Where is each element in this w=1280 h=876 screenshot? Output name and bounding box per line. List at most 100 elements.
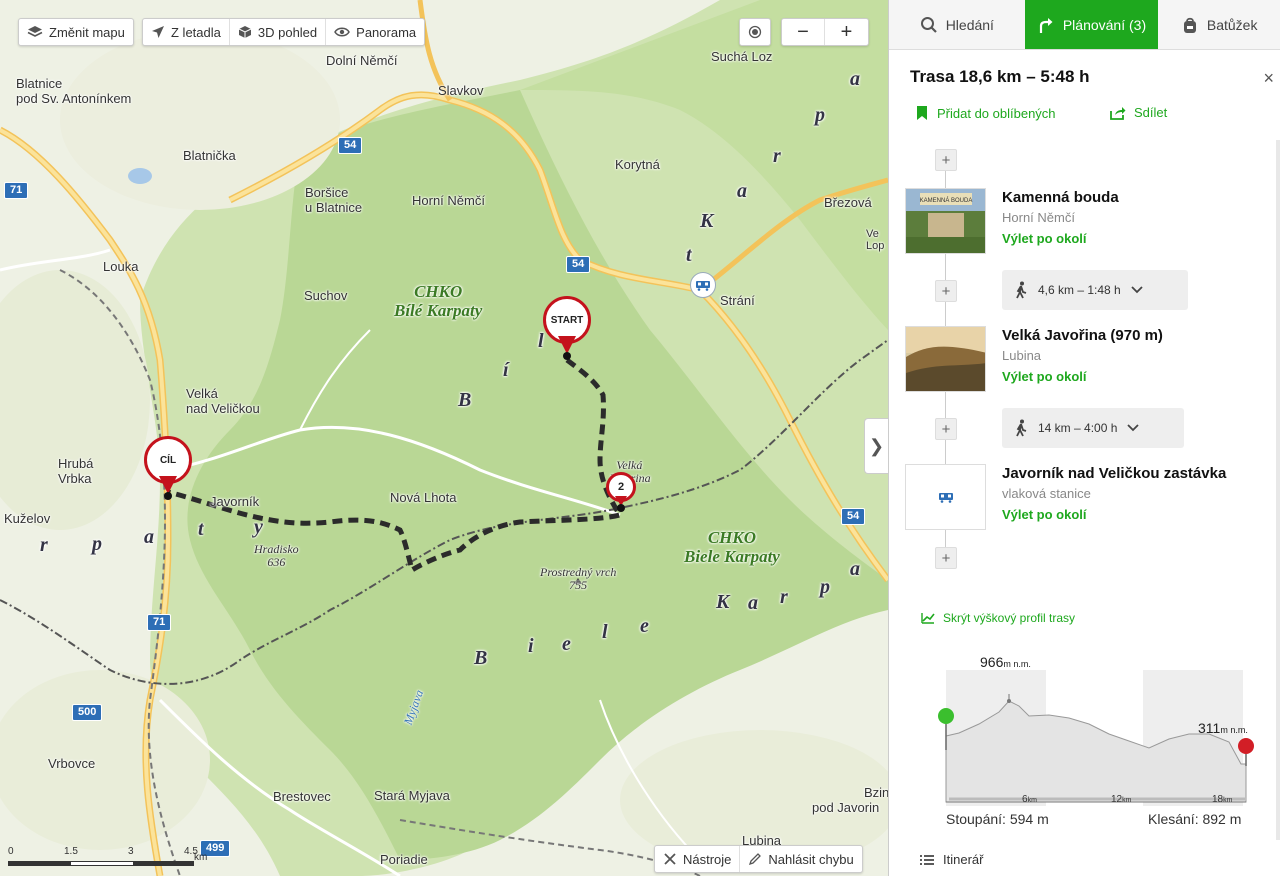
- place-label: Nová Lhota: [390, 490, 457, 505]
- train-station-icon[interactable]: [690, 272, 716, 298]
- route-segment[interactable]: 4,6 km – 1:48 h: [1002, 270, 1188, 310]
- tab-planning-label: Plánování (3): [1062, 16, 1147, 33]
- waypoint-name: Velká Javořina (970 m): [1002, 327, 1163, 344]
- route-segment[interactable]: 14 km – 4:00 h: [1002, 408, 1184, 448]
- road-shield: 71: [4, 182, 29, 199]
- ridge-letter: a: [737, 180, 747, 202]
- collapse-panel-button[interactable]: ❯: [864, 418, 888, 474]
- backpack-icon: [1181, 16, 1199, 34]
- waypoint-thumbnail: KAMENNÁ BOUDA: [905, 188, 986, 254]
- ridge-letter: r: [780, 586, 788, 608]
- map-canvas[interactable]: Dolní Němčí Suchá Loz Blatnice pod Sv. A…: [0, 0, 888, 876]
- route-title: Trasa 18,6 km – 5:48 h: [910, 67, 1090, 86]
- max-elevation-value: 966m n.m.: [980, 654, 1031, 670]
- aerial-button[interactable]: Z letadla: [143, 19, 230, 45]
- itinerary-button[interactable]: Itinerář: [919, 852, 983, 867]
- place-label: Březová: [824, 195, 872, 210]
- ridge-letter: e: [562, 633, 571, 655]
- add-waypoint-button[interactable]: +: [935, 418, 957, 440]
- map-base-layer: [0, 0, 888, 876]
- place-label: Strání: [720, 293, 755, 308]
- ridge-letter: i: [528, 635, 534, 657]
- cube-icon: [238, 25, 252, 39]
- ridge-letter: y: [254, 516, 263, 538]
- add-waypoint-button[interactable]: +: [935, 547, 957, 569]
- waypoint-item[interactable]: KAMENNÁ BOUDA Kamenná bouda Horní Němčí …: [905, 188, 1265, 254]
- panorama-button[interactable]: Panorama: [326, 19, 424, 45]
- report-error-button[interactable]: Nahlásit chybu: [740, 846, 861, 872]
- place-label: Slavkov: [438, 83, 484, 98]
- view-modes-toolbar: Z letadla 3D pohled Panorama: [142, 18, 426, 46]
- sidebar-panel: Hledání Plánování (3) Batůžek Trasa 18,6…: [888, 0, 1280, 876]
- end-pin[interactable]: CÍL: [144, 436, 192, 500]
- waypoint-item[interactable]: Velká Javořina (970 m) Lubina Výlet po o…: [905, 326, 1265, 392]
- tab-planning[interactable]: Plánování (3): [1024, 0, 1159, 49]
- waypoint-thumbnail-text: KAMENNÁ BOUDA: [920, 197, 973, 204]
- waypoint-item[interactable]: Javorník nad Veličkou zastávka vlaková s…: [905, 464, 1265, 530]
- profile-x-unit: km: [1122, 797, 1132, 804]
- 3d-view-label: 3D pohled: [257, 24, 318, 40]
- profile-x-tick-value: 18: [1212, 794, 1224, 805]
- zoom-controls: − +: [781, 18, 869, 46]
- ridge-letter: a: [850, 558, 860, 580]
- tab-search-label: Hledání: [945, 16, 994, 33]
- waypoint-pin[interactable]: 2: [606, 472, 636, 512]
- scale-tick: 3: [128, 846, 134, 857]
- panorama-label: Panorama: [356, 24, 417, 40]
- zoom-out-button[interactable]: −: [782, 19, 826, 45]
- change-map-button[interactable]: Změnit mapu: [18, 18, 134, 46]
- sidebar-scrollbar[interactable]: [1276, 140, 1280, 840]
- waypoint-subtitle: vlaková stanice: [1002, 486, 1091, 501]
- profile-x-tick-value: 12: [1111, 794, 1123, 805]
- ridge-letter: r: [40, 534, 48, 556]
- profile-x-tick: 18km: [1212, 794, 1232, 805]
- profile-x-unit: km: [1223, 797, 1233, 804]
- end-elevation-number: 311: [1198, 720, 1221, 736]
- zoom-in-button[interactable]: +: [825, 19, 868, 45]
- chart-line-icon: [921, 612, 935, 624]
- elevation-profile[interactable]: 966m n.m. 311m n.m. 6km 12km 18km: [929, 650, 1269, 810]
- ascent-stat: Stoupání: 594 m: [946, 811, 1049, 827]
- add-waypoint-button[interactable]: +: [935, 149, 957, 171]
- place-label: Blatnička: [183, 148, 236, 163]
- tab-search[interactable]: Hledání: [889, 0, 1025, 49]
- 3d-view-button[interactable]: 3D pohled: [230, 19, 327, 45]
- add-favorite-button[interactable]: Přidat do oblíbených: [915, 105, 1056, 121]
- ridge-letter: p: [815, 104, 825, 126]
- profile-x-tick: 12km: [1111, 794, 1131, 805]
- road-shield: 54: [841, 508, 866, 525]
- protected-area-label: CHKO Bílé Karpaty: [394, 282, 483, 320]
- share-button[interactable]: Sdílet: [1110, 105, 1167, 120]
- ridge-letter: a: [850, 68, 860, 90]
- scale-unit: km: [194, 852, 208, 863]
- waypoint-nearby-link[interactable]: Výlet po okolí: [1002, 231, 1087, 246]
- waypoint-thumbnail: [905, 326, 986, 392]
- train-station-icon: [905, 464, 986, 530]
- change-map-label: Změnit mapu: [49, 24, 125, 40]
- place-label: Blatnice pod Sv. Antonínkem: [16, 76, 132, 106]
- toggle-profile-button[interactable]: Skrýt výškový profil trasy: [921, 611, 1075, 625]
- profile-x-unit: km: [1027, 797, 1037, 804]
- add-waypoint-button[interactable]: +: [935, 280, 957, 302]
- scale-tick: 1.5: [64, 846, 78, 857]
- max-elevation-number: 966: [980, 654, 1004, 670]
- waypoint-subtitle: Lubina: [1002, 348, 1042, 363]
- ridge-letter: B: [458, 389, 472, 411]
- locate-button[interactable]: [739, 18, 771, 46]
- end-elevation-unit: m n.m.: [1220, 725, 1248, 735]
- waypoint-nearby-link[interactable]: Výlet po okolí: [1002, 369, 1087, 384]
- waypoint-nearby-link[interactable]: Výlet po okolí: [1002, 507, 1087, 522]
- layers-icon: [27, 25, 43, 39]
- tools-button[interactable]: Nástroje: [655, 846, 741, 872]
- ridge-letter: K: [716, 591, 730, 613]
- close-route-button[interactable]: ×: [1263, 68, 1274, 89]
- ridge-letter: a: [144, 526, 154, 548]
- place-label: Suchov: [304, 288, 348, 303]
- place-label: Velká nad Veličkou: [186, 386, 260, 416]
- start-pin[interactable]: START: [543, 296, 591, 360]
- ridge-letter: p: [820, 576, 830, 598]
- tab-backpack[interactable]: Batůžek: [1158, 0, 1280, 49]
- ridge-letter: t: [686, 244, 692, 266]
- bookmark-icon: [915, 105, 929, 121]
- descent-stat: Klesání: 892 m: [1148, 811, 1242, 827]
